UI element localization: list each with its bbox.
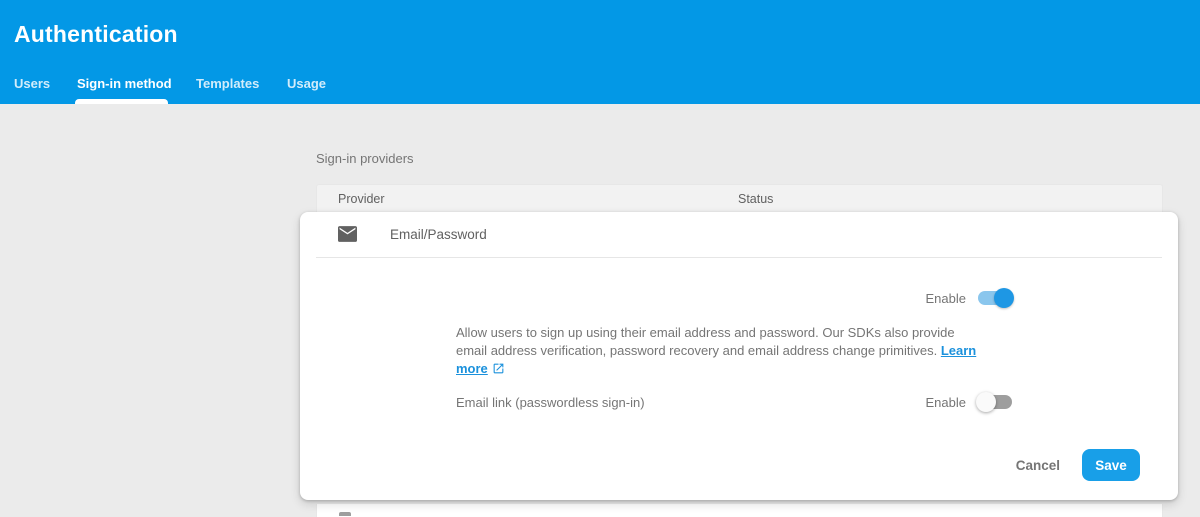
- providers-table-header: Provider Status: [316, 184, 1163, 213]
- email-link-row: Email link (passwordless sign-in) Enable: [456, 392, 1012, 412]
- external-link-icon[interactable]: [492, 362, 505, 375]
- email-password-enable-toggle[interactable]: [978, 288, 1014, 308]
- toggle-thumb: [994, 288, 1014, 308]
- toggle-thumb: [976, 392, 996, 412]
- section-label: Sign-in providers: [316, 151, 414, 166]
- email-password-provider-card: Email/Password Enable Allow users to sig…: [300, 212, 1178, 500]
- page-title: Authentication: [14, 21, 178, 47]
- description-line-2: address verification, password recovery …: [490, 343, 941, 358]
- column-header-status: Status: [738, 192, 774, 206]
- provider-row-email-password[interactable]: Email/Password: [300, 212, 1178, 257]
- save-button[interactable]: Save: [1082, 449, 1140, 481]
- enable-label: Enable: [925, 394, 966, 410]
- column-header-provider: Provider: [338, 192, 385, 206]
- tab-templates[interactable]: Templates: [196, 76, 259, 91]
- email-link-enable-toggle[interactable]: [976, 392, 1012, 412]
- tab-users[interactable]: Users: [14, 76, 50, 91]
- provider-name: Email/Password: [390, 227, 487, 242]
- tab-sign-in-method[interactable]: Sign-in method: [77, 76, 172, 91]
- email-password-enable-row: Enable: [300, 288, 1014, 308]
- providers-table-next-row: [316, 504, 1163, 517]
- tab-usage[interactable]: Usage: [287, 76, 326, 91]
- divider: [316, 257, 1162, 258]
- enable-label: Enable: [925, 290, 966, 306]
- email-link-label: Email link (passwordless sign-in): [456, 394, 645, 410]
- page: Authentication Users Sign-in method Temp…: [0, 0, 1200, 517]
- email-password-description: Allow users to sign up using their email…: [456, 324, 986, 378]
- email-icon: [338, 226, 357, 242]
- next-provider-icon: [339, 512, 351, 516]
- card-actions: Cancel Save: [1014, 449, 1140, 481]
- active-tab-indicator: [75, 99, 168, 104]
- cancel-button[interactable]: Cancel: [1014, 454, 1062, 477]
- app-header: Authentication Users Sign-in method Temp…: [0, 0, 1200, 104]
